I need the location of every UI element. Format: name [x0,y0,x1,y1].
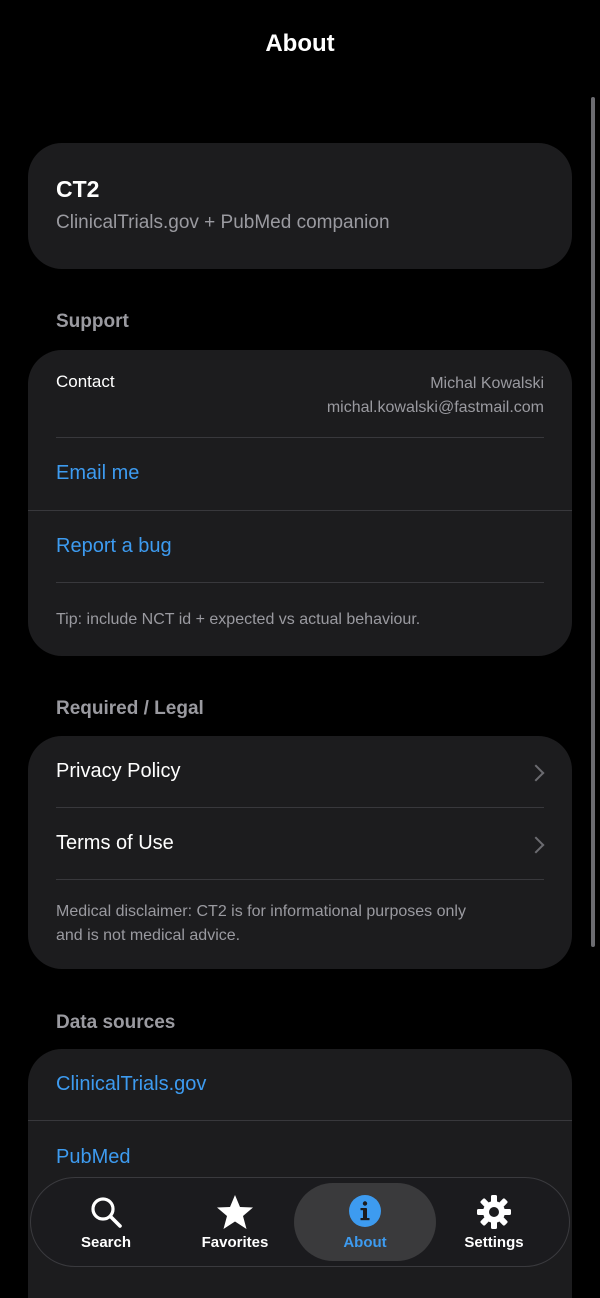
app-name: CT2 [56,176,100,202]
app-tagline: ClinicalTrials.gov + PubMed companion [56,212,390,233]
report-bug-row[interactable]: Report a bug [56,535,544,558]
tab-label-about: About [343,1234,387,1251]
info-icon [349,1195,381,1227]
divider [28,510,572,511]
gear-icon [477,1195,511,1229]
report-bug-link[interactable]: Report a bug [56,535,172,557]
page-title: About [265,30,335,57]
support-section-header: Support [56,311,129,332]
divider [56,437,544,438]
terms-of-use-label[interactable]: Terms of Use [56,832,174,854]
contact-email: michal.kowalski@fastmail.com [326,399,544,416]
app-info-card: CT2 ClinicalTrials.gov + PubMed companio… [28,143,572,269]
data-source-row[interactable]: ClinicalTrials.gov [56,1073,544,1096]
privacy-policy-label[interactable]: Privacy Policy [56,760,180,782]
tab-label-settings: Settings [464,1234,524,1251]
tab-label-search: Search [80,1234,132,1251]
medical-disclaimer: Medical disclaimer: CT2 is for informati… [56,900,544,948]
contact-label: Contact [56,372,115,391]
clinicaltrials-link[interactable]: ClinicalTrials.gov [56,1073,206,1095]
contact-name: Michal Kowalski [430,375,544,392]
contact-row: Contact Michal Kowalski michal.kowalski@… [56,372,544,416]
scrollbar[interactable] [591,97,595,947]
about-screen: About CT2 ClinicalTrials.gov + PubMed co… [0,0,600,1298]
data-sources-section-header: Data sources [56,1012,176,1033]
email-me-row[interactable]: Email me [56,462,544,485]
privacy-policy-row[interactable]: Privacy Policy [56,760,544,783]
pubmed-link[interactable]: PubMed [56,1146,131,1168]
divider [56,807,544,808]
legal-card: Privacy Policy Terms of Use Medical disc… [28,736,572,969]
legal-section-header: Required / Legal [56,698,204,719]
tab-bar: Search Favorites About Settings [30,1177,570,1267]
divider [56,582,544,583]
divider [28,1120,572,1121]
tab-about[interactable]: About [294,1178,436,1266]
email-me-link[interactable]: Email me [56,462,139,484]
disclaimer-line-2: and is not medical advice. [56,927,241,944]
support-tip: Tip: include NCT id + expected vs actual… [56,611,421,628]
tab-search[interactable]: Search [41,1178,171,1266]
data-source-row[interactable]: PubMed [56,1146,544,1169]
support-card: Contact Michal Kowalski michal.kowalski@… [28,350,572,656]
star-icon [217,1195,253,1229]
terms-of-use-row[interactable]: Terms of Use [56,832,544,855]
disclaimer-line-1: Medical disclaimer: CT2 is for informati… [56,903,466,920]
search-icon [91,1197,122,1228]
divider [56,879,544,880]
tab-favorites[interactable]: Favorites [170,1178,300,1266]
tab-label-favorites: Favorites [201,1234,269,1251]
tab-settings[interactable]: Settings [429,1178,559,1266]
